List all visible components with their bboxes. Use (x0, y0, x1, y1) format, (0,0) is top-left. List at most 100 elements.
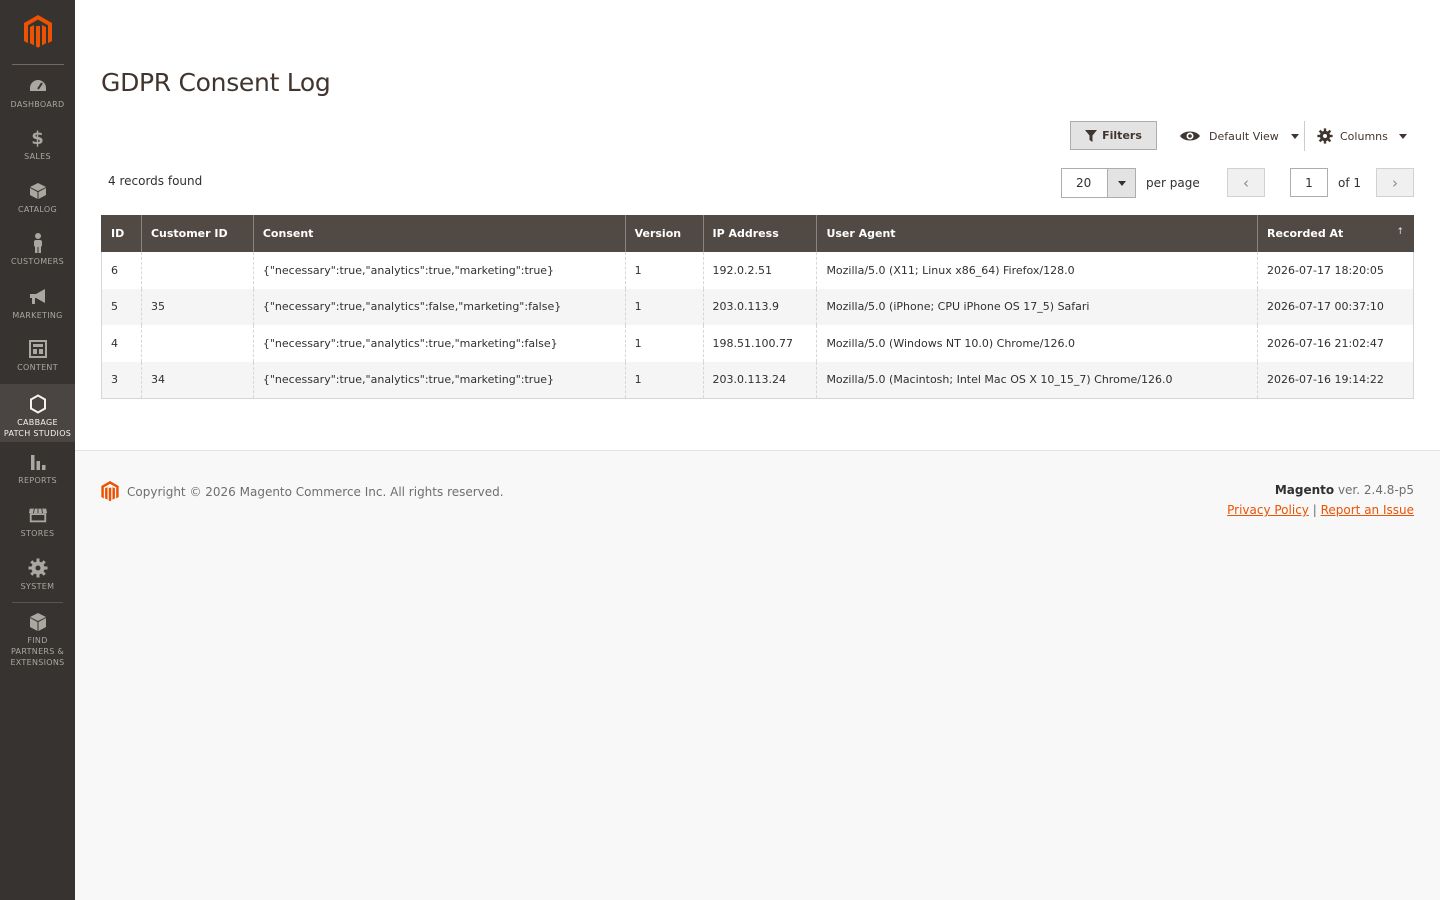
filters-button[interactable]: Filters (1070, 121, 1157, 150)
footer-links: Privacy Policy | Report an Issue (1227, 503, 1414, 517)
magento-logo[interactable] (0, 0, 75, 64)
column-header-user-agent[interactable]: User Agent (816, 215, 1259, 252)
nav-stores[interactable]: STORES (0, 505, 75, 539)
nav-sales[interactable]: $ SALES (0, 128, 75, 162)
column-header-recorded-at-label: Recorded At (1267, 227, 1344, 240)
table-row[interactable]: 6 {"necessary":true,"analytics":true,"ma… (101, 252, 1414, 289)
cell-user-agent: Mozilla/5.0 (iPhone; CPU iPhone OS 17_5)… (816, 288, 1259, 325)
cell-version: 1 (624, 252, 704, 289)
sort-arrow-icon: ↑ (1396, 227, 1404, 237)
cell-id: 5 (101, 288, 142, 325)
cell-user-agent: Mozilla/5.0 (Macintosh; Intel Mac OS X 1… (816, 361, 1259, 399)
page-number-input[interactable]: 1 (1290, 168, 1328, 197)
chevron-down-icon (1290, 133, 1299, 139)
column-header-consent[interactable]: Consent (252, 215, 626, 252)
report-issue-link[interactable]: Report an Issue (1321, 503, 1414, 517)
dashboard-icon (28, 76, 48, 96)
cell-ip-address: 198.51.100.77 (702, 325, 818, 362)
cell-ip-address: 203.0.113.9 (702, 288, 818, 325)
columns-button[interactable]: Columns (1317, 125, 1407, 147)
privacy-policy-link[interactable]: Privacy Policy (1227, 503, 1309, 517)
per-page-select[interactable]: 20 (1061, 168, 1136, 198)
nav-dashboard[interactable]: DASHBOARD (0, 76, 75, 110)
cell-consent: {"necessary":true,"analytics":true,"mark… (252, 361, 626, 399)
cell-consent: {"necessary":true,"analytics":false,"mar… (252, 288, 626, 325)
cell-version: 1 (624, 288, 704, 325)
cell-consent: {"necessary":true,"analytics":true,"mark… (252, 325, 626, 362)
cell-customer-id (140, 252, 254, 289)
table-row[interactable]: 4 {"necessary":true,"analytics":true,"ma… (101, 325, 1414, 362)
nav-system[interactable]: SYSTEM (0, 558, 75, 592)
cell-id: 3 (101, 361, 142, 399)
magento-logo-icon (101, 481, 119, 502)
nav-reports[interactable]: REPORTS (0, 452, 75, 486)
gear-icon (1317, 128, 1333, 144)
cell-recorded-at: 2026-07-17 18:20:05 (1257, 252, 1414, 289)
columns-label: Columns (1340, 129, 1388, 143)
table-row[interactable]: 3 34 {"necessary":true,"analytics":true,… (101, 361, 1414, 399)
hexagon-icon (28, 394, 48, 414)
magento-version: Magento ver. 2.4.8-p5 (1275, 483, 1414, 497)
logo-divider (11, 64, 64, 65)
cell-customer-id (140, 325, 254, 362)
footer-divider (75, 450, 1440, 451)
table-row[interactable]: 5 35 {"necessary":true,"analytics":false… (101, 288, 1414, 325)
view-label: Default View (1209, 129, 1279, 143)
column-header-customer-id[interactable]: Customer ID (140, 215, 254, 252)
layout-icon (28, 339, 48, 359)
per-page-label: per page (1146, 176, 1200, 190)
cell-id: 4 (101, 325, 142, 362)
cell-ip-address: 192.0.2.51 (702, 252, 818, 289)
person-icon (28, 233, 48, 253)
cell-customer-id: 35 (140, 288, 254, 325)
per-page-toggle[interactable] (1107, 169, 1135, 197)
nav-marketing[interactable]: MARKETING (0, 287, 75, 321)
next-page-button[interactable]: › (1376, 168, 1414, 197)
admin-sidebar: DASHBOARD $ SALES CATALOG CUSTOMERS MARK… (0, 0, 75, 900)
cell-recorded-at: 2026-07-16 21:02:47 (1257, 325, 1414, 362)
cubes-icon (28, 612, 48, 632)
column-header-recorded-at[interactable]: Recorded At ↑ (1257, 215, 1414, 252)
nav-content[interactable]: CONTENT (0, 339, 75, 373)
nav-customers[interactable]: CUSTOMERS (0, 233, 75, 267)
storefront-icon (28, 505, 48, 525)
cell-ip-address: 203.0.113.24 (702, 361, 818, 399)
cell-recorded-at: 2026-07-17 00:37:10 (1257, 288, 1414, 325)
cell-version: 1 (624, 325, 704, 362)
chevron-right-icon: › (1392, 173, 1398, 192)
view-switcher[interactable]: Default View (1179, 125, 1299, 147)
column-header-version[interactable]: Version (624, 215, 704, 252)
nav-cabbage-patch-studios[interactable]: CABBAGE PATCH STUDIOS (0, 384, 75, 442)
column-header-id[interactable]: ID (101, 215, 142, 252)
page-count-label: of 1 (1338, 176, 1362, 190)
footer-link-separator: | (1312, 503, 1317, 517)
cell-user-agent: Mozilla/5.0 (Windows NT 10.0) Chrome/126… (816, 325, 1259, 362)
cell-recorded-at: 2026-07-16 19:14:22 (1257, 361, 1414, 399)
previous-page-button[interactable]: ‹ (1227, 168, 1265, 197)
magento-logo-icon (23, 15, 52, 48)
eye-icon (1180, 131, 1200, 141)
consent-log-grid: ID Customer ID Consent Version IP Addres… (101, 215, 1414, 399)
copyright-text: Copyright © 2026 Magento Commerce Inc. A… (127, 484, 504, 499)
funnel-icon (1085, 129, 1098, 142)
copyright: Copyright © 2026 Magento Commerce Inc. A… (101, 481, 504, 502)
chevron-down-icon (1398, 133, 1407, 139)
gear-icon (28, 558, 48, 578)
megaphone-icon (28, 287, 48, 307)
sidebar-divider (12, 602, 63, 603)
nav-catalog[interactable]: CATALOG (0, 181, 75, 215)
toolbar-divider (1304, 121, 1305, 151)
page-title: GDPR Consent Log (101, 68, 331, 97)
cell-user-agent: Mozilla/5.0 (X11; Linux x86_64) Firefox/… (816, 252, 1259, 289)
per-page-value: 20 (1076, 176, 1092, 190)
column-header-ip-address[interactable]: IP Address (702, 215, 818, 252)
version-brand: Magento (1274, 483, 1335, 497)
dollar-icon: $ (31, 127, 44, 149)
box-icon (28, 181, 48, 201)
version-number: ver. 2.4.8-p5 (1337, 483, 1414, 497)
bar-chart-icon (28, 452, 48, 472)
nav-find-partners[interactable]: FIND PARTNERS & EXTENSIONS (0, 612, 75, 668)
chevron-left-icon: ‹ (1243, 173, 1249, 192)
cell-id: 6 (101, 252, 142, 289)
grid-toolbar: Filters Default View Columns (75, 121, 1440, 151)
